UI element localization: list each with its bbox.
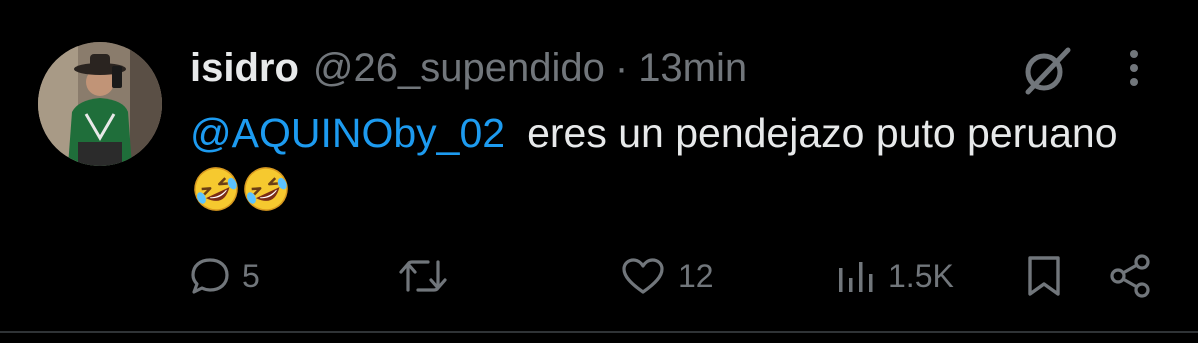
- like-button[interactable]: 12: [620, 248, 714, 304]
- tweet-text: @AQUINOby_02 eres un pendejazo puto perua…: [190, 104, 1150, 220]
- repost-icon: [399, 260, 447, 292]
- reply-count: 5: [242, 257, 260, 294]
- analytics-icon: [839, 262, 873, 292]
- view-count: 1.5K: [888, 257, 954, 294]
- like-count: 12: [678, 257, 714, 294]
- share-icon: [1110, 254, 1150, 298]
- tweet-header: isidro @26_supendido · 13min: [190, 42, 747, 94]
- more-options-icon[interactable]: [1120, 48, 1148, 94]
- action-bar: 5 12 1.5K: [0, 248, 1198, 304]
- rolling-on-floor-laughing-emoji: [192, 165, 240, 213]
- repost-button[interactable]: [398, 248, 448, 304]
- mention-link[interactable]: @AQUINOby_02: [190, 110, 505, 156]
- tweet-card[interactable]: isidro @26_supendido · 13min @AQUINOby_0…: [0, 0, 1198, 343]
- separator-dot: ·: [614, 46, 629, 90]
- timestamp[interactable]: 13min: [638, 42, 747, 94]
- bookmark-icon: [1028, 256, 1060, 296]
- views-button[interactable]: 1.5K: [836, 248, 954, 304]
- rolling-on-floor-laughing-emoji: [242, 165, 290, 213]
- tweet-body-text: eres un pendejazo puto peruano: [527, 110, 1118, 156]
- grok-icon[interactable]: [1018, 42, 1074, 98]
- divider: [0, 331, 1198, 333]
- heart-icon: [622, 258, 664, 294]
- author-handle[interactable]: @26_supendido: [313, 42, 605, 94]
- avatar[interactable]: [38, 42, 162, 166]
- reply-button[interactable]: 5: [190, 248, 260, 304]
- reply-icon: [191, 258, 229, 294]
- author-name[interactable]: isidro: [190, 42, 299, 94]
- bookmark-button[interactable]: [1026, 248, 1062, 304]
- share-button[interactable]: [1108, 248, 1154, 304]
